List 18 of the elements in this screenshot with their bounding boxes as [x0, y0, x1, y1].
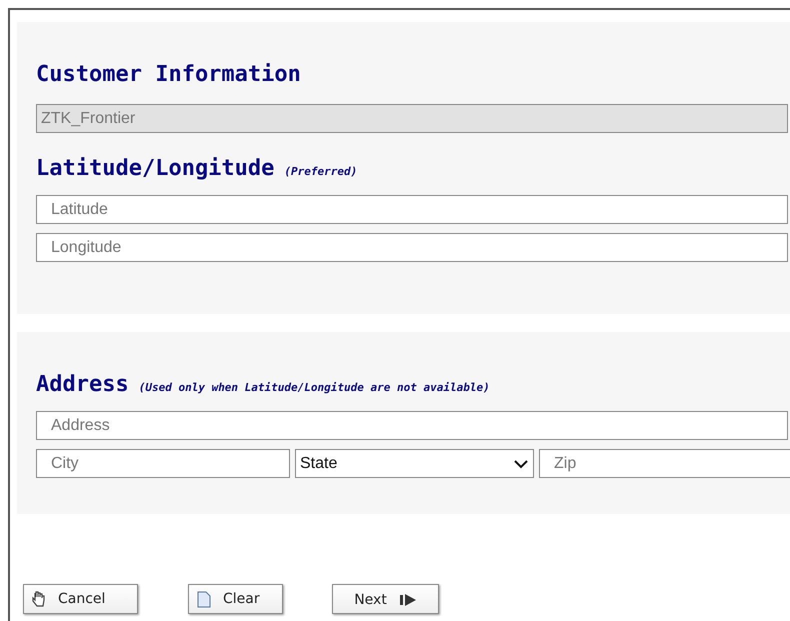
input-field[interactable]: Longitude: [36, 233, 788, 262]
address-field[interactable]: Address: [36, 411, 788, 440]
hand-icon: [32, 591, 46, 607]
section-heading: Latitude/Longitude: [36, 156, 274, 181]
clear-button[interactable]: Clear: [188, 584, 283, 614]
document-icon: [197, 590, 211, 608]
section-note: (Preferred): [284, 165, 358, 178]
section-note: (Used only when Latitude/Longitude are not available): [138, 381, 490, 394]
zip-field[interactable]: Zip: [539, 449, 790, 478]
input-field[interactable]: Latitude: [36, 195, 788, 224]
section-heading: Address: [36, 372, 129, 397]
next-button[interactable]: Next: [332, 584, 439, 614]
next-icon: [398, 594, 417, 606]
city-field[interactable]: City: [36, 449, 290, 478]
section-title: Customer Information: [36, 62, 302, 87]
state-dropdown[interactable]: State: [295, 449, 534, 478]
chevron-down-icon: [513, 458, 529, 468]
cancel-button[interactable]: Cancel: [23, 584, 138, 614]
